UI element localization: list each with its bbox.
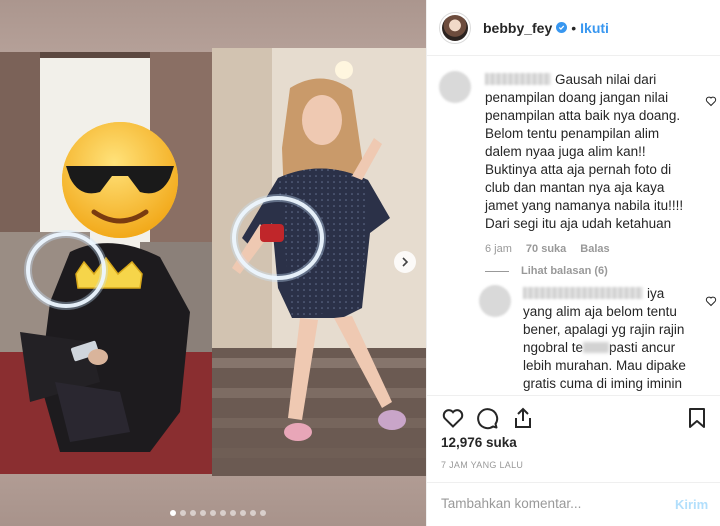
post-header: bebby_fey • Ikuti [427, 0, 720, 56]
reply-button[interactable]: Balas [580, 243, 609, 255]
comment-input[interactable] [441, 496, 661, 511]
comments-list: Gausah nilai dari penampilan doang janga… [427, 57, 720, 395]
commenter-avatar[interactable] [439, 71, 471, 103]
comment-text: iya yang alim aja belom tentu bener, apa… [523, 285, 693, 395]
carousel-dot [170, 510, 176, 516]
comment-time: 6 jam [485, 243, 512, 255]
separator-dot: • [571, 19, 577, 36]
carousel-dot [240, 510, 246, 516]
likes-count[interactable]: 12,976 suka [441, 435, 517, 450]
comment-body: Gausah nilai dari penampilan doang janga… [485, 72, 684, 231]
comment-text: Gausah nilai dari penampilan doang janga… [485, 71, 691, 233]
carousel-dot [180, 510, 186, 516]
share-icon[interactable] [511, 406, 535, 430]
add-comment-bar: Kirim [427, 482, 720, 526]
comment-icon[interactable] [475, 406, 499, 430]
chevron-right-icon [402, 257, 409, 267]
replies-line [485, 270, 509, 272]
post-sidebar: bebby_fey • Ikuti Gausah nilai dari pena… [426, 0, 720, 526]
username-link[interactable]: bebby_fey [483, 20, 552, 36]
avatar[interactable] [439, 11, 471, 44]
carousel-dot [250, 510, 256, 516]
comment-meta: 6 jam 70 suka Balas [485, 243, 610, 255]
carousel-dot [200, 510, 206, 516]
carousel-dot [220, 510, 226, 516]
comment-heart-icon[interactable] [705, 295, 717, 307]
carousel-dot [230, 510, 236, 516]
collage-photo-left [0, 52, 212, 474]
media-background-bottom [0, 474, 426, 526]
view-replies-label: Lihat balasan (6) [521, 265, 608, 277]
comment-likes[interactable]: 70 suka [526, 243, 566, 255]
post-media[interactable] [0, 0, 426, 526]
view-replies-button[interactable]: Lihat balasan (6) [485, 265, 608, 277]
commenter-username-blurred[interactable] [485, 73, 551, 85]
media-background-top [0, 0, 426, 52]
commenter-username-blurred[interactable] [523, 287, 643, 299]
redacted-word [583, 342, 610, 353]
comment-heart-icon[interactable] [705, 95, 717, 107]
bookmark-icon[interactable] [685, 406, 709, 430]
post-time: 7 JAM YANG LALU [441, 460, 524, 470]
carousel-dots [170, 510, 266, 516]
carousel-dot [210, 510, 216, 516]
post-comment-button[interactable]: Kirim [675, 497, 708, 512]
commenter-avatar[interactable] [479, 285, 511, 317]
next-image-button[interactable] [394, 251, 416, 273]
follow-button[interactable]: Ikuti [580, 20, 609, 36]
heart-icon[interactable] [441, 406, 465, 430]
verified-badge-icon [556, 22, 568, 33]
carousel-dot [260, 510, 266, 516]
carousel-dot [190, 510, 196, 516]
post-actions-bar [427, 395, 720, 435]
